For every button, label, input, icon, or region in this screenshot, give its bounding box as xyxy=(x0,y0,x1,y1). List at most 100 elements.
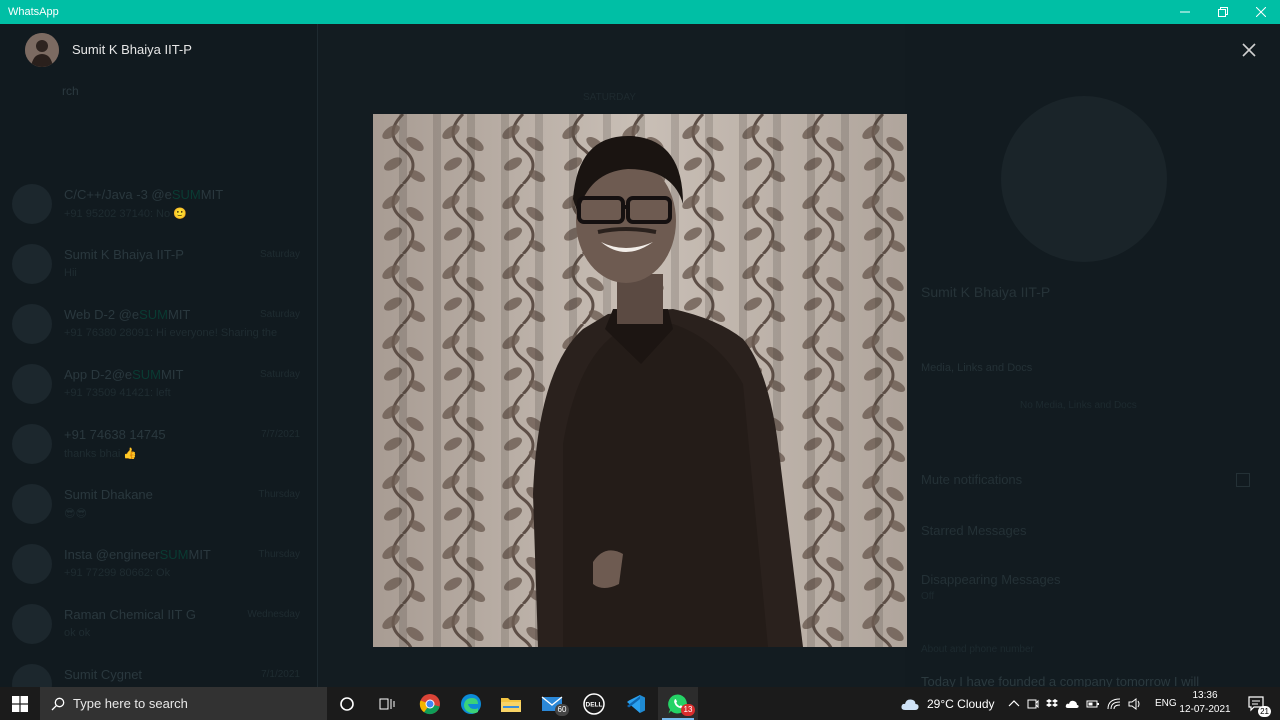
list-item: App D-2@eSUMMIT +91 73509 41421: left Sa… xyxy=(0,354,318,414)
close-icon xyxy=(1242,43,1256,57)
disappearing-label: Disappearing Messages xyxy=(921,572,1061,587)
media-label: Media, Links and Docs xyxy=(921,362,1033,374)
chat-preview: ok ok xyxy=(64,627,91,639)
chat-name: Raman Chemical IIT G xyxy=(64,607,196,622)
profile-photo-image xyxy=(373,114,907,647)
cortana-button[interactable] xyxy=(327,687,367,720)
windows-logo-icon xyxy=(12,695,28,712)
vscode-button[interactable] xyxy=(616,687,656,720)
notification-count: 21 xyxy=(1258,706,1271,717)
chat-name: Sumit Cygnet xyxy=(64,667,143,682)
profile-avatar xyxy=(1001,96,1167,262)
weather-text: 29°C Cloudy xyxy=(927,696,995,711)
window-titlebar: WhatsApp xyxy=(0,0,1280,24)
whatsapp-taskbar-button[interactable]: 13 xyxy=(658,687,698,720)
list-item: Sumit K Bhaiya IIT-P Hii Saturday xyxy=(0,234,318,294)
chat-time: Thursday xyxy=(258,489,300,500)
edge-button[interactable] xyxy=(451,687,491,720)
chat-list: C/C++/Java -3 @eSUMMIT +91 95202 37140: … xyxy=(0,174,318,687)
contact-info-panel: Sumit K Bhaiya IIT-P Media, Links and Do… xyxy=(905,24,1280,687)
mail-button[interactable]: 60 xyxy=(532,687,572,720)
svg-text:DELL: DELL xyxy=(586,701,603,708)
cortana-icon xyxy=(340,696,354,711)
folder-icon xyxy=(501,697,521,712)
windows-taskbar: Type here to search 60 DELL 13 29°C Clou… xyxy=(0,687,1280,720)
close-button[interactable] xyxy=(1237,38,1261,62)
chrome-button[interactable] xyxy=(410,687,450,720)
contact-name: Sumit K Bhaiya IIT-P xyxy=(72,42,192,57)
chat-name: +91 74638 14745 xyxy=(64,427,166,442)
chat-time: Wednesday xyxy=(247,609,300,620)
chat-search-input: rch xyxy=(62,84,79,98)
file-explorer-button[interactable] xyxy=(491,687,531,720)
mail-badge: 60 xyxy=(555,704,569,716)
whatsapp-badge: 13 xyxy=(681,704,695,716)
clock-time: 13:36 xyxy=(1192,690,1218,701)
minimize-button[interactable] xyxy=(1166,0,1204,24)
mute-label: Mute notifications xyxy=(921,472,1023,487)
avatar xyxy=(12,304,52,344)
disappearing-value: Off xyxy=(921,591,935,602)
weather-widget[interactable]: 29°C Cloudy xyxy=(900,687,995,720)
avatar xyxy=(12,604,52,644)
avatar xyxy=(12,484,52,524)
chat-name: Insta @engineerSUMMIT xyxy=(64,547,211,562)
wifi-icon[interactable] xyxy=(1107,698,1121,710)
dell-button[interactable]: DELL xyxy=(574,687,614,720)
chat-time: Thursday xyxy=(258,549,300,560)
input-language[interactable]: ENG xyxy=(1155,698,1177,709)
chat-name: Sumit Dhakane xyxy=(64,487,153,502)
close-window-icon xyxy=(1256,7,1266,17)
chat-name: App D-2@eSUMMIT xyxy=(64,367,184,382)
vscode-icon xyxy=(627,694,645,713)
chrome-icon xyxy=(419,693,440,714)
chat-time: Saturday xyxy=(259,249,300,260)
about-heading: About and phone number xyxy=(921,644,1034,655)
chat-name: Web D-2 @eSUMMIT xyxy=(64,307,191,322)
search-icon xyxy=(51,697,65,710)
volume-icon[interactable] xyxy=(1128,697,1142,710)
dropbox-icon[interactable] xyxy=(1046,698,1058,710)
window-controls xyxy=(1166,0,1280,24)
battery-icon[interactable] xyxy=(1086,698,1100,710)
profile-photo xyxy=(373,114,907,647)
restore-icon xyxy=(1218,7,1228,17)
task-view-button[interactable] xyxy=(367,687,407,720)
chat-name: C/C++/Java -3 @eSUMMIT xyxy=(64,187,224,202)
avatar-image xyxy=(25,33,59,67)
chat-time: Saturday xyxy=(259,369,300,380)
date-chip: SATURDAY xyxy=(583,92,636,103)
list-item: C/C++/Java -3 @eSUMMIT +91 95202 37140: … xyxy=(0,174,318,234)
profile-name: Sumit K Bhaiya IIT-P xyxy=(921,284,1051,300)
avatar xyxy=(12,544,52,584)
mute-checkbox xyxy=(1236,473,1250,487)
minimize-icon xyxy=(1180,11,1190,13)
action-center-button[interactable]: 21 xyxy=(1240,687,1274,720)
restore-button[interactable] xyxy=(1204,0,1242,24)
chat-preview: +91 95202 37140: No 🙂 xyxy=(64,208,187,220)
avatar[interactable] xyxy=(25,33,59,67)
app-title: WhatsApp xyxy=(8,6,59,18)
avatar xyxy=(12,244,52,284)
avatar xyxy=(12,664,52,687)
chat-preview: Hii xyxy=(64,267,77,279)
taskbar-clock[interactable]: 13:36 12-07-2021 xyxy=(1177,689,1233,717)
chevron-up-icon[interactable] xyxy=(1008,698,1020,710)
list-item: Insta @engineerSUMMIT +91 77299 80662: O… xyxy=(0,534,318,594)
chat-preview: +91 76380 28091: Hi everyone! Sharing th… xyxy=(64,327,278,339)
avatar xyxy=(12,424,52,464)
clock-date: 12-07-2021 xyxy=(1179,704,1231,715)
taskbar-search-input[interactable]: Type here to search xyxy=(40,687,327,720)
close-window-button[interactable] xyxy=(1242,0,1280,24)
start-button[interactable] xyxy=(0,687,40,720)
about-text: Today I have founded a company tomorrow … xyxy=(921,674,1200,687)
list-item: Sumit Cygnet 7/1/2021 xyxy=(0,654,318,687)
system-tray: ENG xyxy=(1008,687,1177,720)
meet-now-icon[interactable] xyxy=(1027,698,1039,710)
edge-icon xyxy=(461,693,481,714)
chat-sidebar: rch C/C++/Java -3 @eSUMMIT +91 95202 371… xyxy=(0,24,318,687)
chat-preview: +91 77299 80662: Ok xyxy=(64,567,171,579)
chat-preview: 😎😎 xyxy=(64,508,87,520)
chat-name: Sumit K Bhaiya IIT-P xyxy=(64,247,184,262)
onedrive-icon[interactable] xyxy=(1065,698,1079,710)
